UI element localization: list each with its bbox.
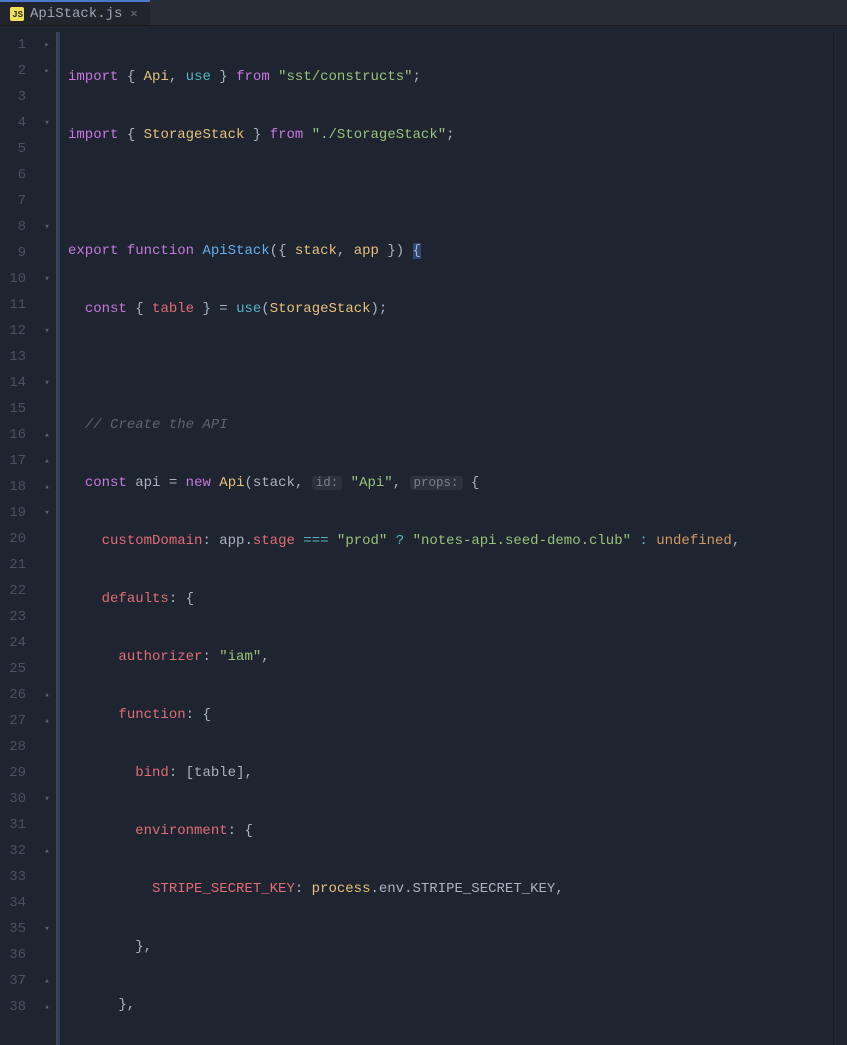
line-number: 6 <box>0 162 26 188</box>
fold-marker[interactable] <box>38 760 56 786</box>
fold-marker[interactable] <box>38 292 56 318</box>
fold-marker[interactable] <box>38 84 56 110</box>
fold-marker[interactable] <box>38 630 56 656</box>
line-number: 25 <box>0 656 26 682</box>
fold-marker[interactable]: ▾ <box>38 500 56 526</box>
line-number: 4 <box>0 110 26 136</box>
line-number: 1 <box>0 32 26 58</box>
fold-marker[interactable] <box>38 396 56 422</box>
line-number: 31 <box>0 812 26 838</box>
file-tab[interactable]: JS ApiStack.js ✕ <box>0 0 150 25</box>
fold-marker[interactable]: ▾ <box>38 214 56 240</box>
fold-marker[interactable]: ▴ <box>38 422 56 448</box>
line-number-gutter: 1234567891011121314151617181920212223242… <box>0 32 38 1045</box>
tab-filename: ApiStack.js <box>30 6 122 22</box>
line-number: 30 <box>0 786 26 812</box>
fold-marker[interactable] <box>38 656 56 682</box>
line-number: 26 <box>0 682 26 708</box>
line-number: 24 <box>0 630 26 656</box>
inlay-hint: props: <box>410 476 463 490</box>
line-number: 2 <box>0 58 26 84</box>
tab-bar: JS ApiStack.js ✕ <box>0 0 847 26</box>
line-number: 3 <box>0 84 26 110</box>
line-number: 9 <box>0 240 26 266</box>
line-number: 34 <box>0 890 26 916</box>
line-number: 23 <box>0 604 26 630</box>
fold-marker[interactable]: ▴ <box>38 448 56 474</box>
fold-marker[interactable]: ▾ <box>38 266 56 292</box>
line-number: 37 <box>0 968 26 994</box>
fold-marker[interactable]: ▴ <box>38 838 56 864</box>
line-number: 16 <box>0 422 26 448</box>
fold-marker[interactable]: ▸ <box>38 58 56 84</box>
line-number: 28 <box>0 734 26 760</box>
fold-marker[interactable] <box>38 890 56 916</box>
fold-marker[interactable]: ▾ <box>38 318 56 344</box>
line-number: 32 <box>0 838 26 864</box>
fold-marker[interactable] <box>38 552 56 578</box>
line-number: 29 <box>0 760 26 786</box>
line-number: 7 <box>0 188 26 214</box>
close-tab-icon[interactable]: ✕ <box>128 6 139 21</box>
fold-marker[interactable]: ▾ <box>38 916 56 942</box>
line-number: 20 <box>0 526 26 552</box>
line-number: 18 <box>0 474 26 500</box>
fold-marker[interactable]: ▴ <box>38 708 56 734</box>
fold-marker[interactable] <box>38 240 56 266</box>
fold-marker[interactable]: ▾ <box>38 370 56 396</box>
line-number: 13 <box>0 344 26 370</box>
fold-marker[interactable] <box>38 188 56 214</box>
line-number: 5 <box>0 136 26 162</box>
fold-marker[interactable] <box>38 734 56 760</box>
fold-marker[interactable]: ▾ <box>38 110 56 136</box>
line-number: 14 <box>0 370 26 396</box>
fold-marker[interactable] <box>38 162 56 188</box>
line-number: 38 <box>0 994 26 1020</box>
fold-marker[interactable]: ▴ <box>38 994 56 1020</box>
fold-marker[interactable] <box>38 604 56 630</box>
line-number: 33 <box>0 864 26 890</box>
code-editor[interactable]: 1234567891011121314151617181920212223242… <box>0 26 847 1045</box>
fold-marker[interactable] <box>38 812 56 838</box>
line-number: 36 <box>0 942 26 968</box>
fold-marker[interactable] <box>38 942 56 968</box>
line-number: 12 <box>0 318 26 344</box>
line-number: 27 <box>0 708 26 734</box>
line-number: 22 <box>0 578 26 604</box>
line-number: 17 <box>0 448 26 474</box>
fold-marker[interactable] <box>38 578 56 604</box>
fold-marker[interactable]: ▴ <box>38 968 56 994</box>
fold-marker[interactable]: ▴ <box>38 474 56 500</box>
js-file-icon: JS <box>10 7 24 21</box>
line-number: 35 <box>0 916 26 942</box>
code-area[interactable]: import { Api, use } from "sst/constructs… <box>58 32 833 1045</box>
fold-marker[interactable] <box>38 136 56 162</box>
inlay-hint: id: <box>312 476 343 490</box>
fold-marker[interactable]: ▴ <box>38 682 56 708</box>
fold-marker[interactable]: ▸ <box>38 32 56 58</box>
fold-gutter[interactable]: ▸▸▾▾▾▾▾▴▴▴▾▴▴▾▴▾▴▴ <box>38 32 58 1045</box>
line-number: 21 <box>0 552 26 578</box>
fold-marker[interactable]: ▾ <box>38 786 56 812</box>
line-number: 10 <box>0 266 26 292</box>
line-number: 15 <box>0 396 26 422</box>
fold-marker[interactable] <box>38 864 56 890</box>
line-number: 11 <box>0 292 26 318</box>
line-number: 8 <box>0 214 26 240</box>
fold-marker[interactable] <box>38 526 56 552</box>
fold-marker[interactable] <box>38 344 56 370</box>
scrollbar[interactable] <box>833 32 847 1045</box>
line-number: 19 <box>0 500 26 526</box>
